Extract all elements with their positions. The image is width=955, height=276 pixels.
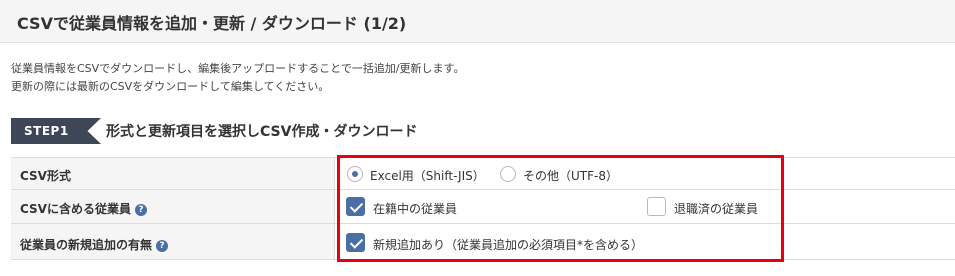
highlight-annotation-box [337,155,784,262]
csv-format-label-cell: CSV形式 [11,158,335,189]
page-header: CSVで従業員情報を追加・更新 / ダウンロード (1/2) [0,0,955,43]
page-title: CSVで従業員情報を追加・更新 / ダウンロード (1/2) [17,14,407,33]
description-line-2: 更新の際には最新のCSVをダウンロードして編集してください。 [11,80,330,93]
employees-included-label-cell: CSVに含める従業員? [11,190,335,223]
new-addition-label: 従業員の新規追加の有無? [20,236,169,253]
employees-included-label-text: CSVに含める従業員 [20,202,131,216]
step-badge: STEP1 [11,118,101,144]
new-addition-label-cell: 従業員の新規追加の有無? [11,224,335,259]
new-addition-label-text: 従業員の新規追加の有無 [20,238,153,252]
step-badge-label: STEP1 [24,124,69,138]
csv-format-label: CSV形式 [20,169,71,183]
employees-included-label: CSVに含める従業員? [20,200,147,217]
help-icon[interactable]: ? [134,204,147,216]
help-icon[interactable]: ? [156,240,169,252]
step-title: 形式と更新項目を選択しCSV作成・ダウンロード [106,124,418,140]
description-line-1: 従業員情報をCSVでダウンロードし、編集後アップロードすることで一括追加/更新し… [11,62,465,75]
